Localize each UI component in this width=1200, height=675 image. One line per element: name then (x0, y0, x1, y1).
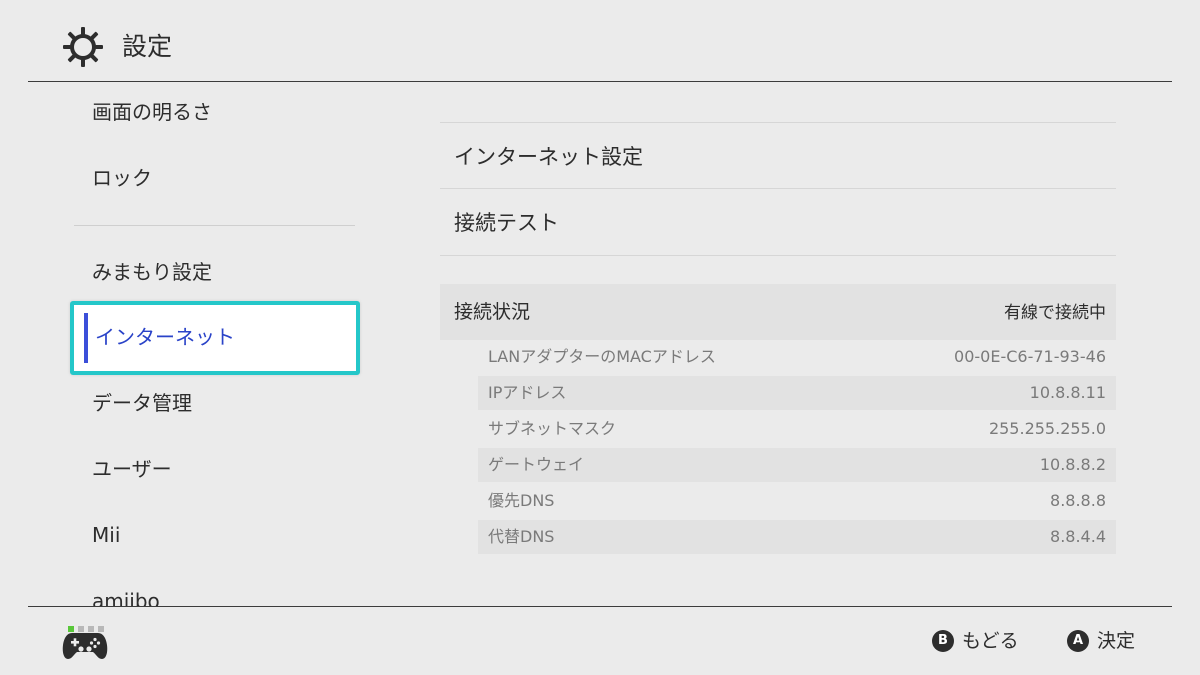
detail-row-subnet-mask: サブネットマスク 255.255.255.0 (478, 412, 1116, 446)
sidebar-item-internet[interactable]: インターネット (70, 301, 360, 375)
confirm-button[interactable]: A 決定 (1067, 629, 1135, 653)
sidebar-item-amiibo[interactable]: amiibo (92, 587, 160, 606)
detail-key: ゲートウェイ (488, 455, 585, 474)
detail-row-mac-address: LANアダプターのMACアドレス 00-0E-C6-71-93-46 (478, 340, 1116, 374)
sidebar-item-screen-brightness[interactable]: 画面の明るさ (92, 98, 212, 126)
list-divider (440, 255, 1116, 256)
detail-key: IPアドレス (488, 383, 567, 402)
detail-key: 代替DNS (488, 527, 555, 546)
controller-icon (62, 633, 108, 659)
list-divider (440, 122, 1116, 123)
main-panel: インターネット設定 接続テスト 接続状況 有線で接続中 LANアダプターのMAC… (384, 82, 1172, 606)
gear-icon (63, 27, 103, 67)
header: 設定 (0, 0, 1200, 82)
list-divider (440, 188, 1116, 189)
selection-indicator (84, 313, 88, 363)
sidebar-item-data-management[interactable]: データ管理 (92, 389, 192, 417)
detail-key: LANアダプターのMACアドレス (488, 347, 716, 366)
page-title: 設定 (122, 32, 173, 61)
connection-status-label: 接続状況 (454, 301, 531, 323)
detail-value: 10.8.8.11 (1029, 383, 1106, 402)
detail-value: 255.255.255.0 (988, 419, 1106, 438)
detail-row-secondary-dns: 代替DNS 8.8.4.4 (478, 520, 1116, 554)
detail-row-ip-address: IPアドレス 10.8.8.11 (478, 376, 1116, 410)
detail-value: 8.8.8.8 (1050, 491, 1106, 510)
sidebar-item-parental-controls[interactable]: みまもり設定 (92, 258, 212, 286)
confirm-label: 決定 (1097, 630, 1136, 652)
back-button[interactable]: B もどる (932, 629, 1019, 653)
detail-value: 00-0E-C6-71-93-46 (954, 347, 1106, 366)
sidebar: 画面の明るさ ロック みまもり設定 インターネット データ管理 ユーザー Mii… (28, 82, 384, 606)
connection-status: 接続状況 有線で接続中 (440, 284, 1116, 340)
sidebar-item-lock[interactable]: ロック (92, 164, 152, 192)
connection-test-option[interactable]: 接続テスト (454, 208, 559, 238)
footer: B もどる A 決定 (0, 607, 1200, 675)
detail-key: 優先DNS (488, 491, 555, 510)
connection-status-value: 有線で接続中 (1004, 303, 1106, 323)
detail-value: 8.8.4.4 (1050, 527, 1106, 546)
settings-screen: 設定 画面の明るさ ロック みまもり設定 インターネット データ管理 ユーザー … (0, 0, 1200, 675)
a-button-icon: A (1067, 630, 1089, 652)
player-indicator (68, 617, 108, 632)
detail-value: 10.8.8.2 (1039, 455, 1106, 474)
b-button-icon: B (932, 630, 954, 652)
sidebar-item-mii[interactable]: Mii (92, 521, 120, 549)
sidebar-divider (74, 225, 355, 226)
detail-row-gateway: ゲートウェイ 10.8.8.2 (478, 448, 1116, 482)
detail-row-primary-dns: 優先DNS 8.8.8.8 (478, 484, 1116, 518)
sidebar-item-label: インターネット (95, 325, 235, 349)
detail-key: サブネットマスク (488, 419, 617, 438)
back-label: もどる (962, 630, 1019, 652)
sidebar-item-users[interactable]: ユーザー (92, 455, 172, 483)
internet-settings-option[interactable]: インターネット設定 (454, 142, 643, 172)
